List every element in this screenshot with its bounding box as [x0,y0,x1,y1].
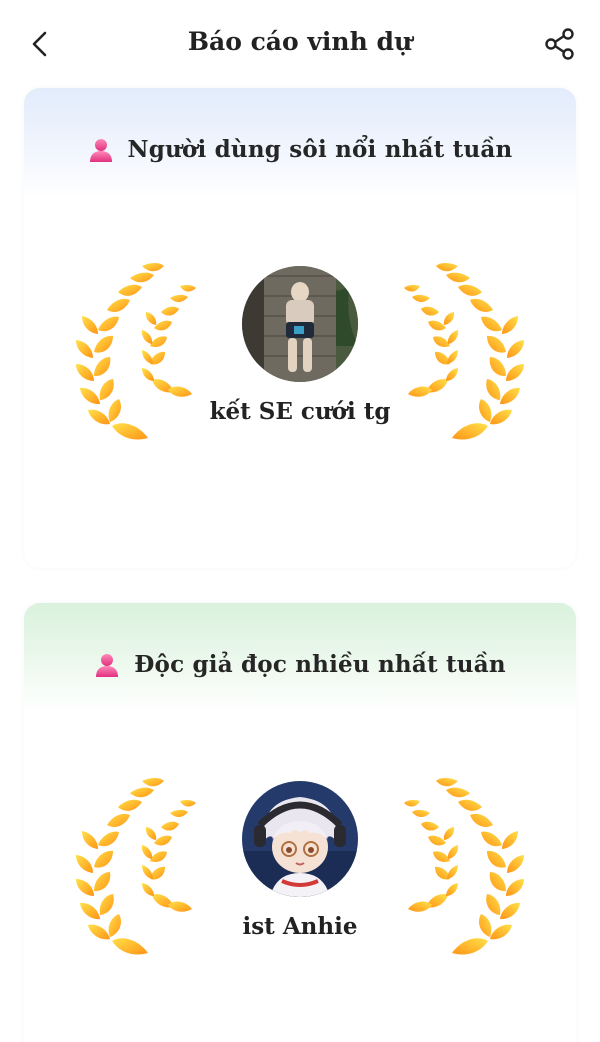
app-header: Báo cáo vinh dự [0,18,600,70]
winner-name: ist Anhie [242,913,358,940]
share-icon [545,28,574,60]
card-heading: Người dùng sôi nổi nhất tuần [24,136,576,163]
user-pink-icon [96,653,119,677]
winner-name: kết SE cưới tg [209,398,391,425]
card-heading-label: Độc giả đọc nhiều nhất tuần [134,651,506,678]
card-heading-label: Người dùng sôi nổi nhất tuần [127,136,513,163]
user-pink-icon [89,138,112,162]
card-heading: Độc giả đọc nhiều nhất tuần [24,651,576,678]
share-button[interactable] [540,24,580,64]
avatar-photo-person [242,266,358,382]
status-bar [0,0,600,8]
winner-avatar[interactable] [242,781,358,897]
page-title: Báo cáo vinh dự [187,27,413,56]
avatar-photo-anime [242,781,358,897]
honor-card-top-reader: Độc giả đọc nhiều nhất tuần ist Anhie [24,603,576,1042]
winner-avatar[interactable] [242,266,358,382]
honor-card-active-user: Người dùng sôi nổi nhất tuần kết SE cưới… [24,88,576,568]
